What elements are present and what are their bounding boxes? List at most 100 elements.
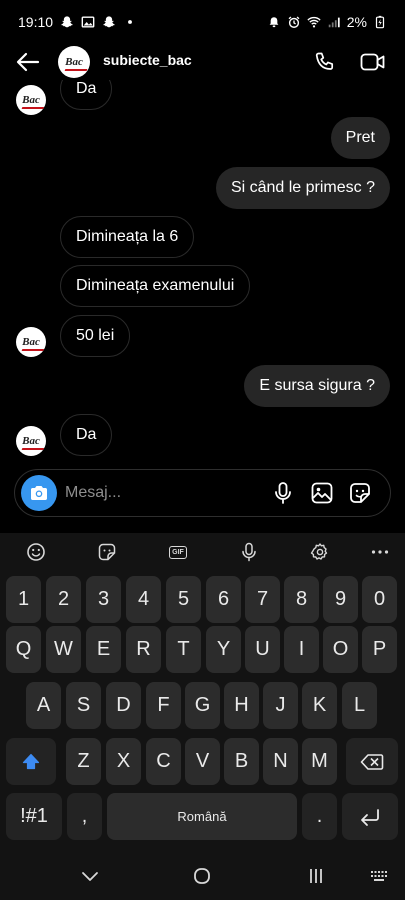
message-bubble-outgoing[interactable]: Si când le primesc ?: [215, 167, 390, 209]
key-6[interactable]: 6: [206, 576, 241, 623]
key-d[interactable]: D: [106, 682, 141, 729]
key-f[interactable]: F: [146, 682, 181, 729]
keyboard-icon: [371, 871, 387, 881]
enter-key[interactable]: [342, 793, 398, 840]
avatar-logo-text: Bac: [22, 335, 40, 348]
back-button[interactable]: [14, 48, 42, 76]
message-input[interactable]: [65, 482, 255, 504]
key-b[interactable]: B: [224, 738, 259, 785]
key-t[interactable]: T: [166, 626, 201, 673]
message-bubble-incoming[interactable]: 50 lei: [60, 315, 131, 357]
key-4[interactable]: 4: [126, 576, 161, 623]
avatar-logo-text: Bac: [22, 93, 40, 106]
key-q[interactable]: Q: [6, 626, 41, 673]
key-7[interactable]: 7: [245, 576, 280, 623]
more-icon: [371, 550, 389, 554]
navigation-bar: [0, 851, 405, 900]
keyboard-switch-button[interactable]: [367, 864, 391, 888]
emoji-icon: [27, 543, 45, 561]
signal-icon: [327, 15, 341, 29]
key-p[interactable]: P: [362, 626, 397, 673]
chat-username[interactable]: subiecte_bac: [103, 52, 192, 68]
sticker-icon: [350, 483, 370, 503]
key-n[interactable]: N: [263, 738, 298, 785]
home-icon: [194, 868, 210, 884]
image-icon: [311, 482, 333, 504]
message-avatar[interactable]: Bac: [16, 327, 46, 357]
shift-key[interactable]: [6, 738, 56, 785]
key-x[interactable]: X: [106, 738, 141, 785]
key-v[interactable]: V: [185, 738, 220, 785]
chat-header: Bac subiecte_bac: [0, 44, 405, 80]
key-h[interactable]: H: [224, 682, 259, 729]
message-bubble-outgoing[interactable]: E sursa sigura ?: [244, 365, 390, 407]
key-z[interactable]: Z: [66, 738, 101, 785]
message-avatar[interactable]: Bac: [16, 426, 46, 456]
backspace-icon: [360, 753, 384, 770]
key-k[interactable]: K: [302, 682, 337, 729]
keyboard: GIF 1 2 3 4 5 6 7 8 9 0 Q W E R T Y U I …: [0, 533, 405, 900]
key-c[interactable]: C: [146, 738, 181, 785]
video-call-button[interactable]: [358, 48, 388, 76]
battery-charging-icon: [373, 15, 387, 29]
key-w[interactable]: W: [46, 626, 81, 673]
key-l[interactable]: L: [342, 682, 377, 729]
key-e[interactable]: E: [86, 626, 121, 673]
message-bubble-incoming[interactable]: Dimineața la 6: [60, 216, 195, 258]
camera-button[interactable]: [21, 475, 57, 511]
key-3[interactable]: 3: [86, 576, 121, 623]
comma-key[interactable]: ,: [67, 793, 102, 840]
emoji-button[interactable]: [24, 540, 48, 564]
key-y[interactable]: Y: [206, 626, 241, 673]
key-1[interactable]: 1: [6, 576, 41, 623]
key-j[interactable]: J: [263, 682, 298, 729]
camera-icon: [31, 486, 47, 500]
message-bubble-outgoing[interactable]: Pret: [330, 117, 390, 159]
key-8[interactable]: 8: [284, 576, 319, 623]
key-i[interactable]: I: [284, 626, 319, 673]
key-r[interactable]: R: [126, 626, 161, 673]
avatar-logo-text: Bac: [65, 55, 83, 68]
message-bubble-incoming[interactable]: Da: [60, 414, 113, 456]
gallery-button[interactable]: [310, 481, 334, 505]
video-camera-icon: [360, 53, 385, 71]
call-button[interactable]: [311, 48, 339, 76]
period-key[interactable]: .: [302, 793, 337, 840]
key-0[interactable]: 0: [362, 576, 397, 623]
message-bubble-incoming[interactable]: Da: [60, 80, 113, 110]
battery-percent: 2%: [346, 14, 367, 30]
key-a[interactable]: A: [26, 682, 61, 729]
recent-apps-icon: [310, 869, 322, 883]
wifi-icon: [307, 15, 321, 29]
status-bar: 19:10 2%: [0, 0, 405, 44]
keyboard-more-button[interactable]: [368, 540, 392, 564]
symbols-key[interactable]: !#1: [6, 793, 62, 840]
gallery-icon: [81, 15, 95, 29]
voice-message-button[interactable]: [271, 481, 295, 505]
keyboard-settings-button[interactable]: [308, 540, 332, 564]
key-9[interactable]: 9: [323, 576, 358, 623]
recent-apps-button[interactable]: [304, 864, 328, 888]
backspace-key[interactable]: [346, 738, 398, 785]
space-key[interactable]: Română: [107, 793, 297, 840]
key-o[interactable]: O: [323, 626, 358, 673]
arrow-left-icon: [16, 52, 40, 72]
avatar[interactable]: Bac: [58, 46, 90, 78]
key-m[interactable]: M: [302, 738, 337, 785]
gif-button[interactable]: GIF: [166, 540, 190, 564]
message-list[interactable]: Bac Da Pret Si când le primesc ? Diminea…: [0, 80, 405, 465]
key-5[interactable]: 5: [166, 576, 201, 623]
message-avatar[interactable]: Bac: [16, 85, 46, 115]
key-2[interactable]: 2: [46, 576, 81, 623]
status-left: 19:10: [18, 14, 137, 30]
hide-keyboard-button[interactable]: [78, 864, 102, 888]
key-g[interactable]: G: [185, 682, 220, 729]
voice-input-button[interactable]: [237, 540, 261, 564]
key-u[interactable]: U: [245, 626, 280, 673]
message-bubble-incoming[interactable]: Dimineața examenului: [60, 265, 251, 307]
keyboard-sticker-button[interactable]: [95, 540, 119, 564]
home-button[interactable]: [190, 864, 214, 888]
key-s[interactable]: S: [66, 682, 101, 729]
status-right: 2%: [267, 14, 387, 30]
sticker-button[interactable]: [348, 481, 372, 505]
